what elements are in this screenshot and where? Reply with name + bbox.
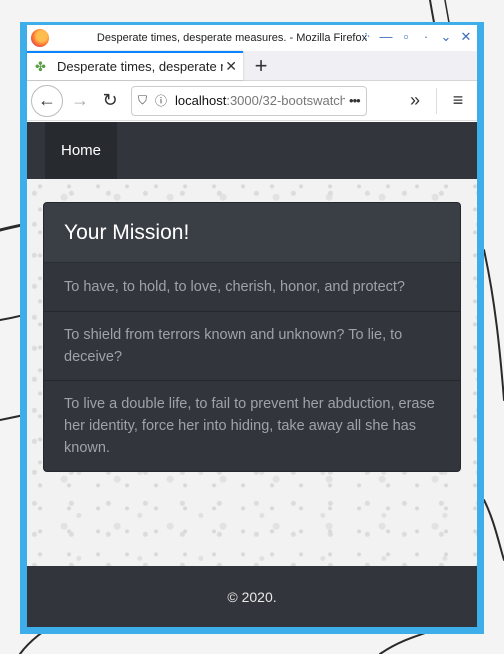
window-minimize-icon[interactable]: — [379,29,393,45]
window-maximize-icon[interactable]: ▫ [399,29,413,45]
tab-active[interactable]: ✤ Desperate times, desperate measures. ✕ [27,51,243,80]
new-tab-button[interactable]: + [243,51,279,80]
browser-frame: Desperate times, desperate measures. - M… [27,25,477,627]
window-title: Desperate times, desperate measures. - M… [96,32,368,44]
mission-card: Your Mission! To have, to hold, to love,… [43,202,461,472]
site-navbar: Home [27,122,477,179]
window-shade-icon[interactable]: ⌄ [439,29,453,45]
url-bar[interactable]: ⛉ ⓘ localhost:3000/32-bootswatch ••• [131,85,367,116]
reload-button[interactable]: ↻ [95,86,125,116]
navigation-toolbar: ← → ↻ ⛉ ⓘ localhost:3000/32-bootswatch •… [27,81,477,121]
window-titlebar[interactable]: Desperate times, desperate measures. - M… [27,25,477,51]
tab-bar: ✤ Desperate times, desperate measures. ✕… [27,51,477,81]
card-title: Your Mission! [64,220,190,244]
window-dot-icon[interactable]: · [419,29,433,45]
page-viewport: Home Your Mission! To have, to hold, to … [27,122,477,627]
window-close-icon[interactable]: ✕ [459,29,473,45]
site-footer: © 2020. [27,566,477,627]
footer-copyright: © 2020. [227,588,277,605]
url-text[interactable]: localhost:3000/32-bootswatch [175,93,345,108]
list-item: To live a double life, to fail to preven… [64,396,435,456]
list-item: To shield from terrors known and unknown… [44,312,460,381]
card-header: Your Mission! [44,203,460,263]
window-controls: ⁘ — ▫ · ⌄ ✕ [359,29,473,45]
tab-close-icon[interactable]: ✕ [225,58,237,75]
tracking-shield-icon[interactable]: ⛉ [138,93,147,108]
list-item: To have, to hold, to love, cherish, hono… [44,263,460,312]
window-pin-icon[interactable]: ⁘ [359,29,373,45]
tab-favicon-icon: ✤ [35,58,46,74]
back-button[interactable]: ← [31,84,63,117]
toolbar-divider [436,87,437,114]
hamburger-menu-icon[interactable]: ≡ [443,86,473,116]
site-info-icon[interactable]: ⓘ [155,92,167,109]
page-actions-icon[interactable]: ••• [349,93,361,108]
url-path: :3000/32-bootswatch [226,93,346,108]
url-host: localhost [175,93,227,108]
browser-window: Desperate times, desperate measures. - M… [20,22,484,634]
overflow-menu-icon[interactable]: » [400,86,430,116]
tab-label: Desperate times, desperate measures. [57,59,223,74]
nav-link-home[interactable]: Home [45,122,118,179]
forward-button[interactable]: → [65,86,95,116]
